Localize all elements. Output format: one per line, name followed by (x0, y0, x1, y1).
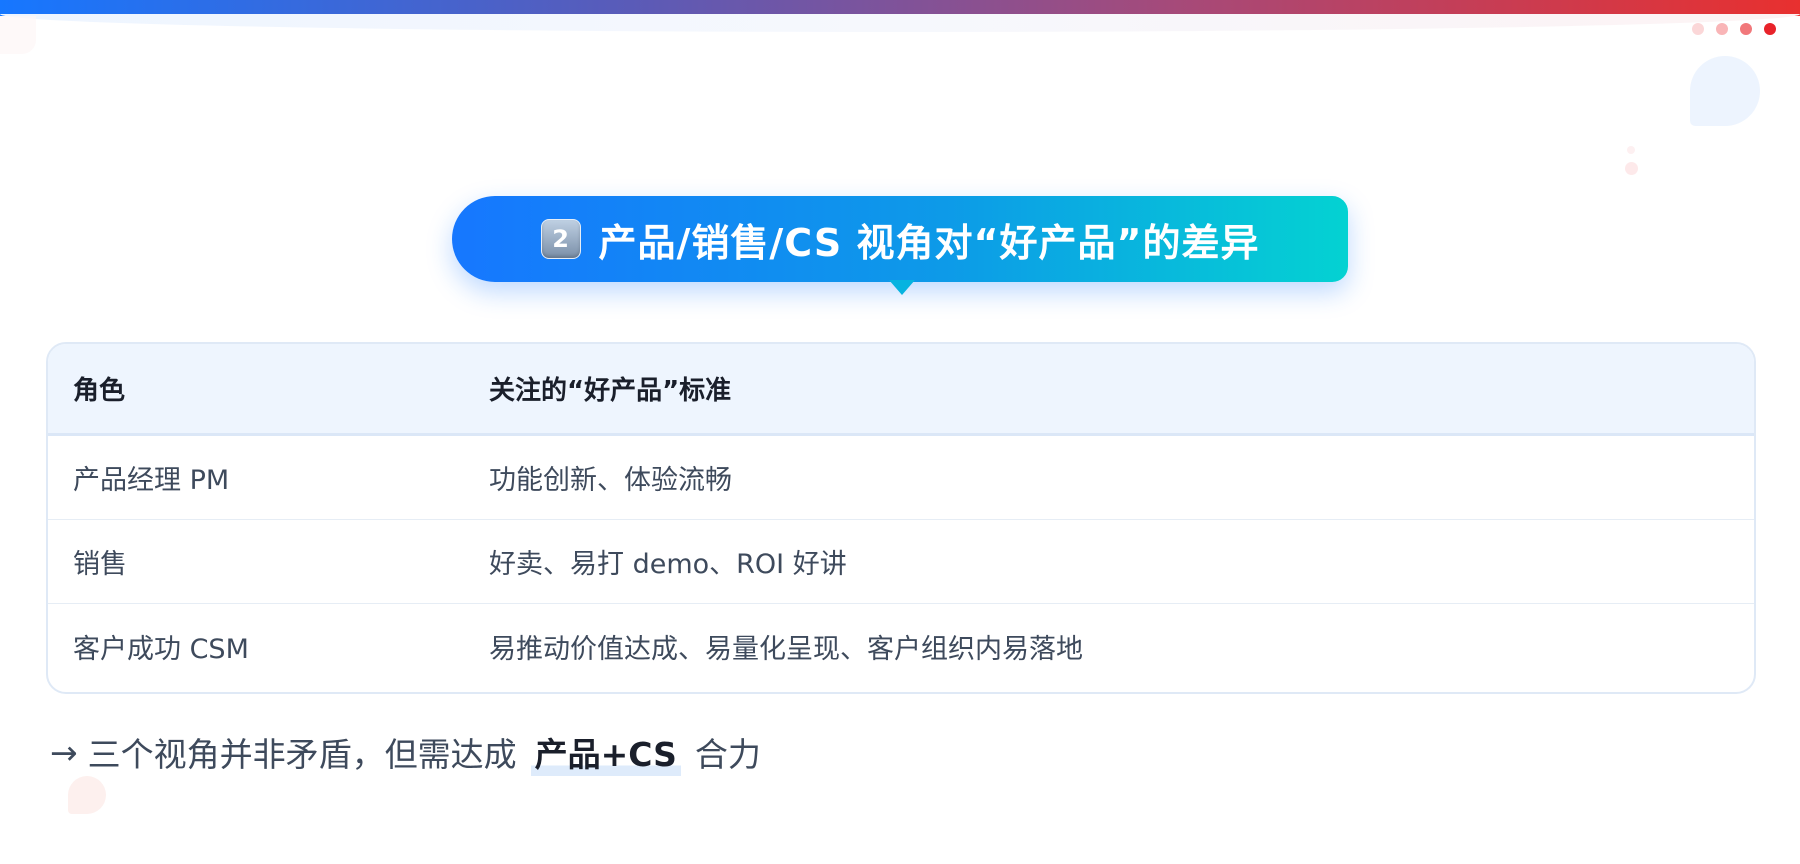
corner-decoration (0, 16, 36, 54)
number-badge-icon: 2 (540, 219, 581, 259)
small-dot-decoration (1625, 162, 1638, 175)
header-role: 角色 (73, 376, 126, 406)
section-title-banner: 2 产品/销售/CS 视角对“好产品”的差异 (452, 196, 1348, 282)
conclusion-highlight: 产品+CS (530, 728, 681, 776)
blob-decoration (1690, 56, 1760, 126)
dot-1 (1692, 23, 1704, 35)
conclusion-suffix: 合力 (694, 735, 761, 774)
window-dots (1692, 23, 1776, 35)
small-dot-decoration (1627, 146, 1635, 154)
criteria-cell: 好卖、易打 demo、ROI 好讲 (489, 549, 847, 580)
arrow-icon: → (50, 732, 78, 772)
table-row: 产品经理 PM 功能创新、体验流畅 (48, 436, 1754, 520)
dot-3 (1740, 23, 1752, 35)
role-cell: 产品经理 PM (73, 465, 230, 496)
table-row: 销售 好卖、易打 demo、ROI 好讲 (48, 520, 1754, 604)
table-header-row: 角色 关注的“好产品”标准 (48, 344, 1754, 436)
dot-4 (1764, 23, 1776, 35)
header-criteria: 关注的“好产品”标准 (489, 376, 732, 406)
criteria-cell: 功能创新、体验流畅 (489, 465, 732, 496)
title-pointer (889, 280, 915, 295)
role-cell: 销售 (73, 549, 127, 580)
section-title: 产品/销售/CS 视角对“好产品”的差异 (598, 220, 1260, 265)
bottom-blob-decoration (68, 776, 106, 814)
role-cell: 客户成功 CSM (73, 633, 249, 665)
conclusion-line: → 三个视角并非矛盾，但需达成 产品+CS 合力 (50, 728, 761, 776)
conclusion-prefix: 三个视角并非矛盾，但需达成 (87, 735, 517, 774)
top-wave-decoration (0, 14, 1800, 32)
comparison-table: 角色 关注的“好产品”标准 产品经理 PM 功能创新、体验流畅 销售 好卖、易打… (46, 342, 1756, 694)
criteria-cell: 易推动价值达成、易量化呈现、客户组织内易落地 (489, 633, 1083, 665)
dot-2 (1716, 23, 1728, 35)
table-row: 客户成功 CSM 易推动价值达成、易量化呈现、客户组织内易落地 (48, 604, 1754, 688)
